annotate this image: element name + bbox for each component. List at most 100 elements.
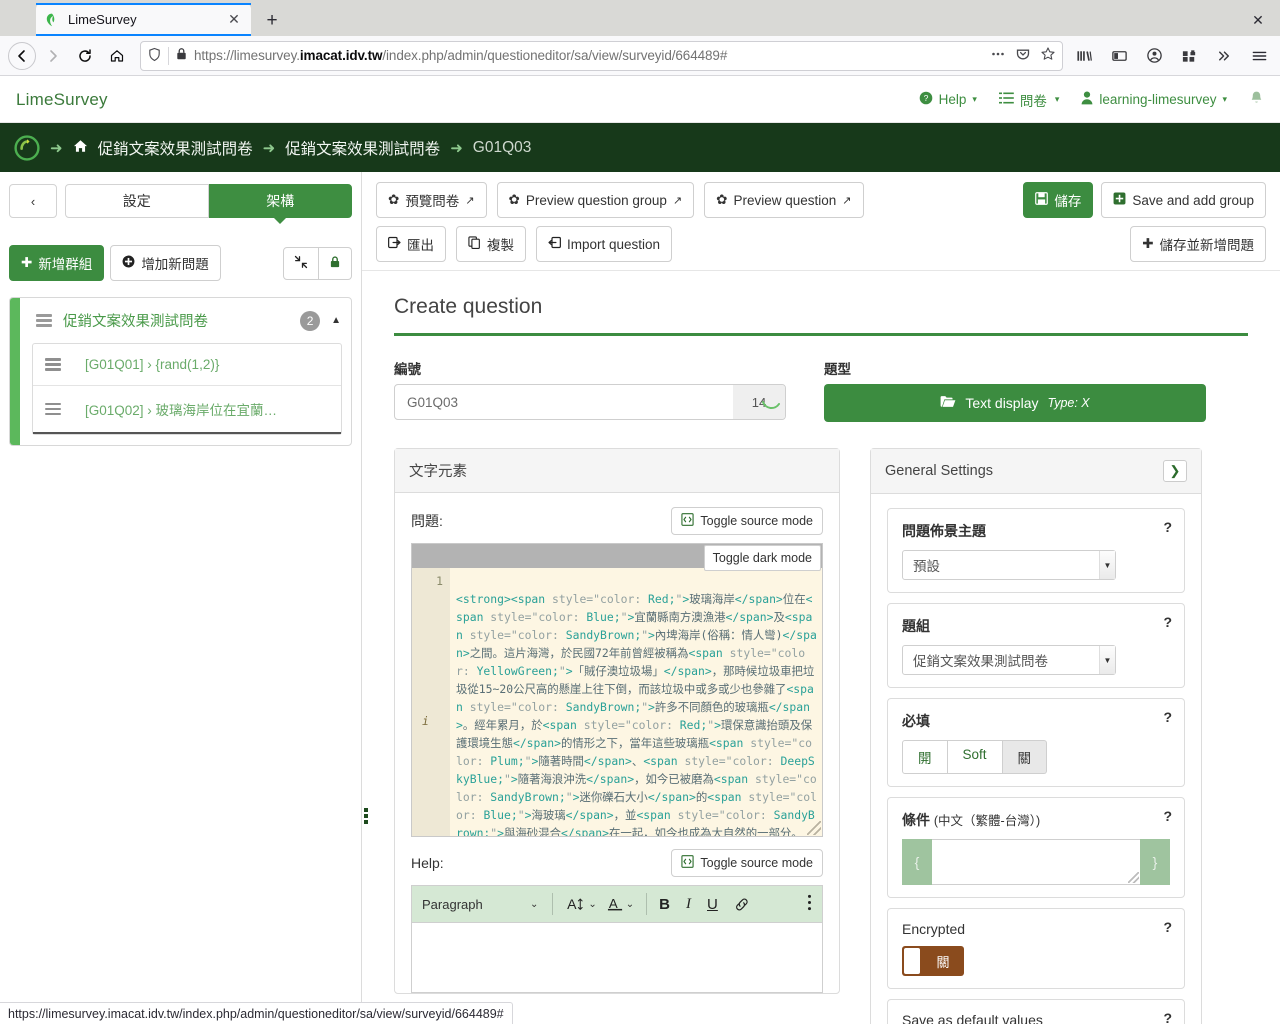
url-text[interactable]: https://limesurvey.imacat.idv.tw/index.p… bbox=[194, 48, 980, 63]
chevron-down-icon[interactable]: ⌄ bbox=[530, 899, 538, 910]
chevron-up-icon[interactable]: ▲ bbox=[331, 315, 341, 326]
help-marker[interactable]: ? bbox=[1163, 1010, 1172, 1024]
help-marker[interactable]: ? bbox=[1163, 614, 1172, 630]
paragraph-style-select[interactable]: Paragraph bbox=[422, 897, 530, 912]
export-icon bbox=[388, 236, 401, 252]
question-theme-select[interactable]: 預設 ▼ bbox=[902, 550, 1116, 580]
copy-button[interactable]: 複製 bbox=[456, 226, 526, 262]
close-tab-icon[interactable]: ✕ bbox=[225, 11, 243, 29]
drag-handle-icon[interactable] bbox=[45, 358, 61, 371]
tracking-shield-icon[interactable] bbox=[147, 47, 162, 65]
bookmark-star-icon[interactable] bbox=[1040, 46, 1056, 65]
add-group-button[interactable]: ✚ 新增群組 bbox=[9, 245, 105, 281]
export-button[interactable]: 匯出 bbox=[376, 226, 446, 262]
surveys-menu[interactable]: 問卷 bbox=[998, 90, 1047, 110]
chevron-down-icon[interactable]: ⌄ bbox=[626, 899, 634, 910]
bold-button[interactable]: B bbox=[659, 896, 670, 913]
question-group-select[interactable]: 促銷文案效果測試問卷 ▼ bbox=[902, 645, 1116, 675]
expand-settings-button[interactable]: ❯ bbox=[1163, 460, 1187, 482]
account-icon[interactable] bbox=[1141, 43, 1167, 69]
surveys-label: 問卷 bbox=[1019, 93, 1047, 109]
surveys-menu-caret[interactable]: ▾ bbox=[1055, 94, 1060, 105]
collapse-all-button[interactable] bbox=[283, 246, 319, 280]
sidebar-actions: ✚ 新增群組 增加新問題 bbox=[9, 245, 352, 281]
editor-topbar: Toggle dark mode bbox=[412, 544, 822, 571]
lock-button[interactable] bbox=[319, 246, 352, 280]
help-marker[interactable]: ? bbox=[1163, 519, 1172, 535]
drag-handle-icon[interactable] bbox=[45, 402, 61, 416]
mandatory-on-button[interactable]: 開 bbox=[902, 740, 948, 774]
more-options-icon[interactable] bbox=[807, 894, 812, 915]
home-icon[interactable] bbox=[73, 139, 88, 156]
sidebar-splitter-handle[interactable] bbox=[364, 808, 368, 824]
underline-button[interactable]: U bbox=[707, 896, 718, 913]
condition-textarea[interactable] bbox=[932, 839, 1140, 885]
question-editor-content: Create question 編號 G01Q03 14 題型 Text dis… bbox=[362, 271, 1280, 1024]
question-code-input[interactable]: G01Q03 14 bbox=[394, 384, 786, 420]
sidebar: ‹ 設定 架構 ✚ 新增群組 增加新問題 促銷文案效果測試問卷 2 ▲ [G01… bbox=[0, 172, 368, 1024]
import-question-button[interactable]: Import question bbox=[536, 226, 673, 262]
reload-button[interactable] bbox=[70, 41, 100, 71]
page-actions-icon[interactable] bbox=[990, 46, 1006, 65]
encrypted-toggle[interactable]: 關 bbox=[902, 946, 964, 976]
pocket-icon[interactable] bbox=[1015, 46, 1031, 65]
save-and-add-group-button[interactable]: Save and add group bbox=[1101, 182, 1266, 218]
question-group-header[interactable]: 促銷文案效果測試問卷 2 ▲ bbox=[10, 298, 351, 343]
new-tab-button[interactable]: + bbox=[257, 6, 287, 36]
help-marker[interactable]: ? bbox=[1163, 709, 1172, 725]
chevron-down-icon[interactable]: ▼ bbox=[1099, 646, 1115, 674]
limesurvey-logo[interactable]: LimeSurvey bbox=[16, 90, 108, 110]
help-menu[interactable]: ? Help ▾ bbox=[919, 91, 977, 108]
sidebar-icon[interactable] bbox=[1106, 43, 1132, 69]
toggle-source-mode-question-button[interactable]: Toggle source mode bbox=[671, 507, 823, 535]
preview-survey-button[interactable]: ✿ 預覽問卷 ↗ bbox=[376, 182, 487, 218]
question-type-button[interactable]: Text display Type: X bbox=[824, 384, 1206, 422]
breadcrumb-item-1[interactable]: 促銷文案效果測試問卷 bbox=[285, 137, 440, 159]
padlock-icon[interactable] bbox=[175, 47, 188, 64]
sidebar-tab-settings[interactable]: 設定 bbox=[65, 184, 209, 218]
resize-grip-icon[interactable] bbox=[1128, 872, 1139, 883]
editor-code-content[interactable]: <strong><span style="color: Red;">玻璃海岸</… bbox=[450, 568, 822, 836]
toggle-knob bbox=[904, 948, 920, 974]
help-marker[interactable]: ? bbox=[1163, 808, 1172, 824]
browser-tab[interactable]: LimeSurvey ✕ bbox=[36, 3, 251, 36]
chevron-down-icon[interactable]: ▼ bbox=[1099, 551, 1115, 579]
mandatory-soft-button[interactable]: Soft bbox=[947, 740, 1003, 774]
chevron-down-icon[interactable]: ⌄ bbox=[588, 899, 596, 910]
list-item[interactable]: [G01Q02] › 玻璃海岸位在宜蘭… bbox=[33, 386, 341, 434]
user-menu[interactable]: learning-limesurvey ▾ bbox=[1081, 91, 1227, 108]
forward-button[interactable] bbox=[38, 41, 68, 71]
url-bar[interactable]: https://limesurvey.imacat.idv.tw/index.p… bbox=[140, 40, 1063, 71]
help-marker[interactable]: ? bbox=[1163, 919, 1172, 935]
preview-question-button[interactable]: ✿ Preview question ↗ bbox=[704, 182, 864, 218]
mandatory-off-button[interactable]: 關 bbox=[1002, 740, 1048, 774]
limesurvey-mark-icon[interactable] bbox=[14, 134, 40, 161]
drag-handle-icon[interactable] bbox=[36, 314, 52, 327]
close-window-icon[interactable]: ✕ bbox=[1242, 8, 1274, 32]
list-item[interactable]: [G01Q01] › {rand(1,2)} bbox=[33, 344, 341, 386]
overflow-menu-icon[interactable] bbox=[1211, 43, 1237, 69]
save-button[interactable]: 儲存 bbox=[1023, 182, 1094, 218]
sidebar-collapse-button[interactable]: ‹ bbox=[9, 184, 57, 218]
link-icon[interactable] bbox=[734, 897, 750, 912]
back-button[interactable] bbox=[8, 41, 36, 70]
text-color-icon[interactable]: A bbox=[607, 896, 624, 912]
browser-window: LimeSurvey ✕ + ✕ https://limesurvey.imac… bbox=[0, 0, 1280, 1024]
question-code-value[interactable]: G01Q03 bbox=[395, 395, 733, 410]
preview-question-group-button[interactable]: ✿ Preview question group ↗ bbox=[496, 182, 695, 218]
html-source-editor[interactable]: Toggle dark mode 1 i <strong><span style… bbox=[411, 543, 823, 837]
font-size-icon[interactable]: A bbox=[567, 897, 586, 912]
extensions-icon[interactable] bbox=[1176, 43, 1202, 69]
home-button[interactable] bbox=[102, 41, 132, 71]
editor-resize-grip[interactable] bbox=[807, 821, 821, 835]
library-icon[interactable] bbox=[1071, 43, 1097, 69]
sidebar-tab-structure[interactable]: 架構 bbox=[208, 184, 352, 224]
help-text-editor-area[interactable] bbox=[411, 923, 823, 993]
toggle-source-mode-help-button[interactable]: Toggle source mode bbox=[671, 849, 823, 877]
add-question-button[interactable]: 增加新問題 bbox=[110, 245, 221, 281]
save-and-add-question-button[interactable]: ✚ 儲存並新增問題 bbox=[1130, 226, 1266, 262]
notifications-bell-icon[interactable] bbox=[1249, 90, 1264, 110]
italic-button[interactable]: I bbox=[686, 896, 691, 913]
app-menu-icon[interactable] bbox=[1246, 43, 1272, 69]
breadcrumb-item-0[interactable]: 促銷文案效果測試問卷 bbox=[98, 137, 253, 159]
